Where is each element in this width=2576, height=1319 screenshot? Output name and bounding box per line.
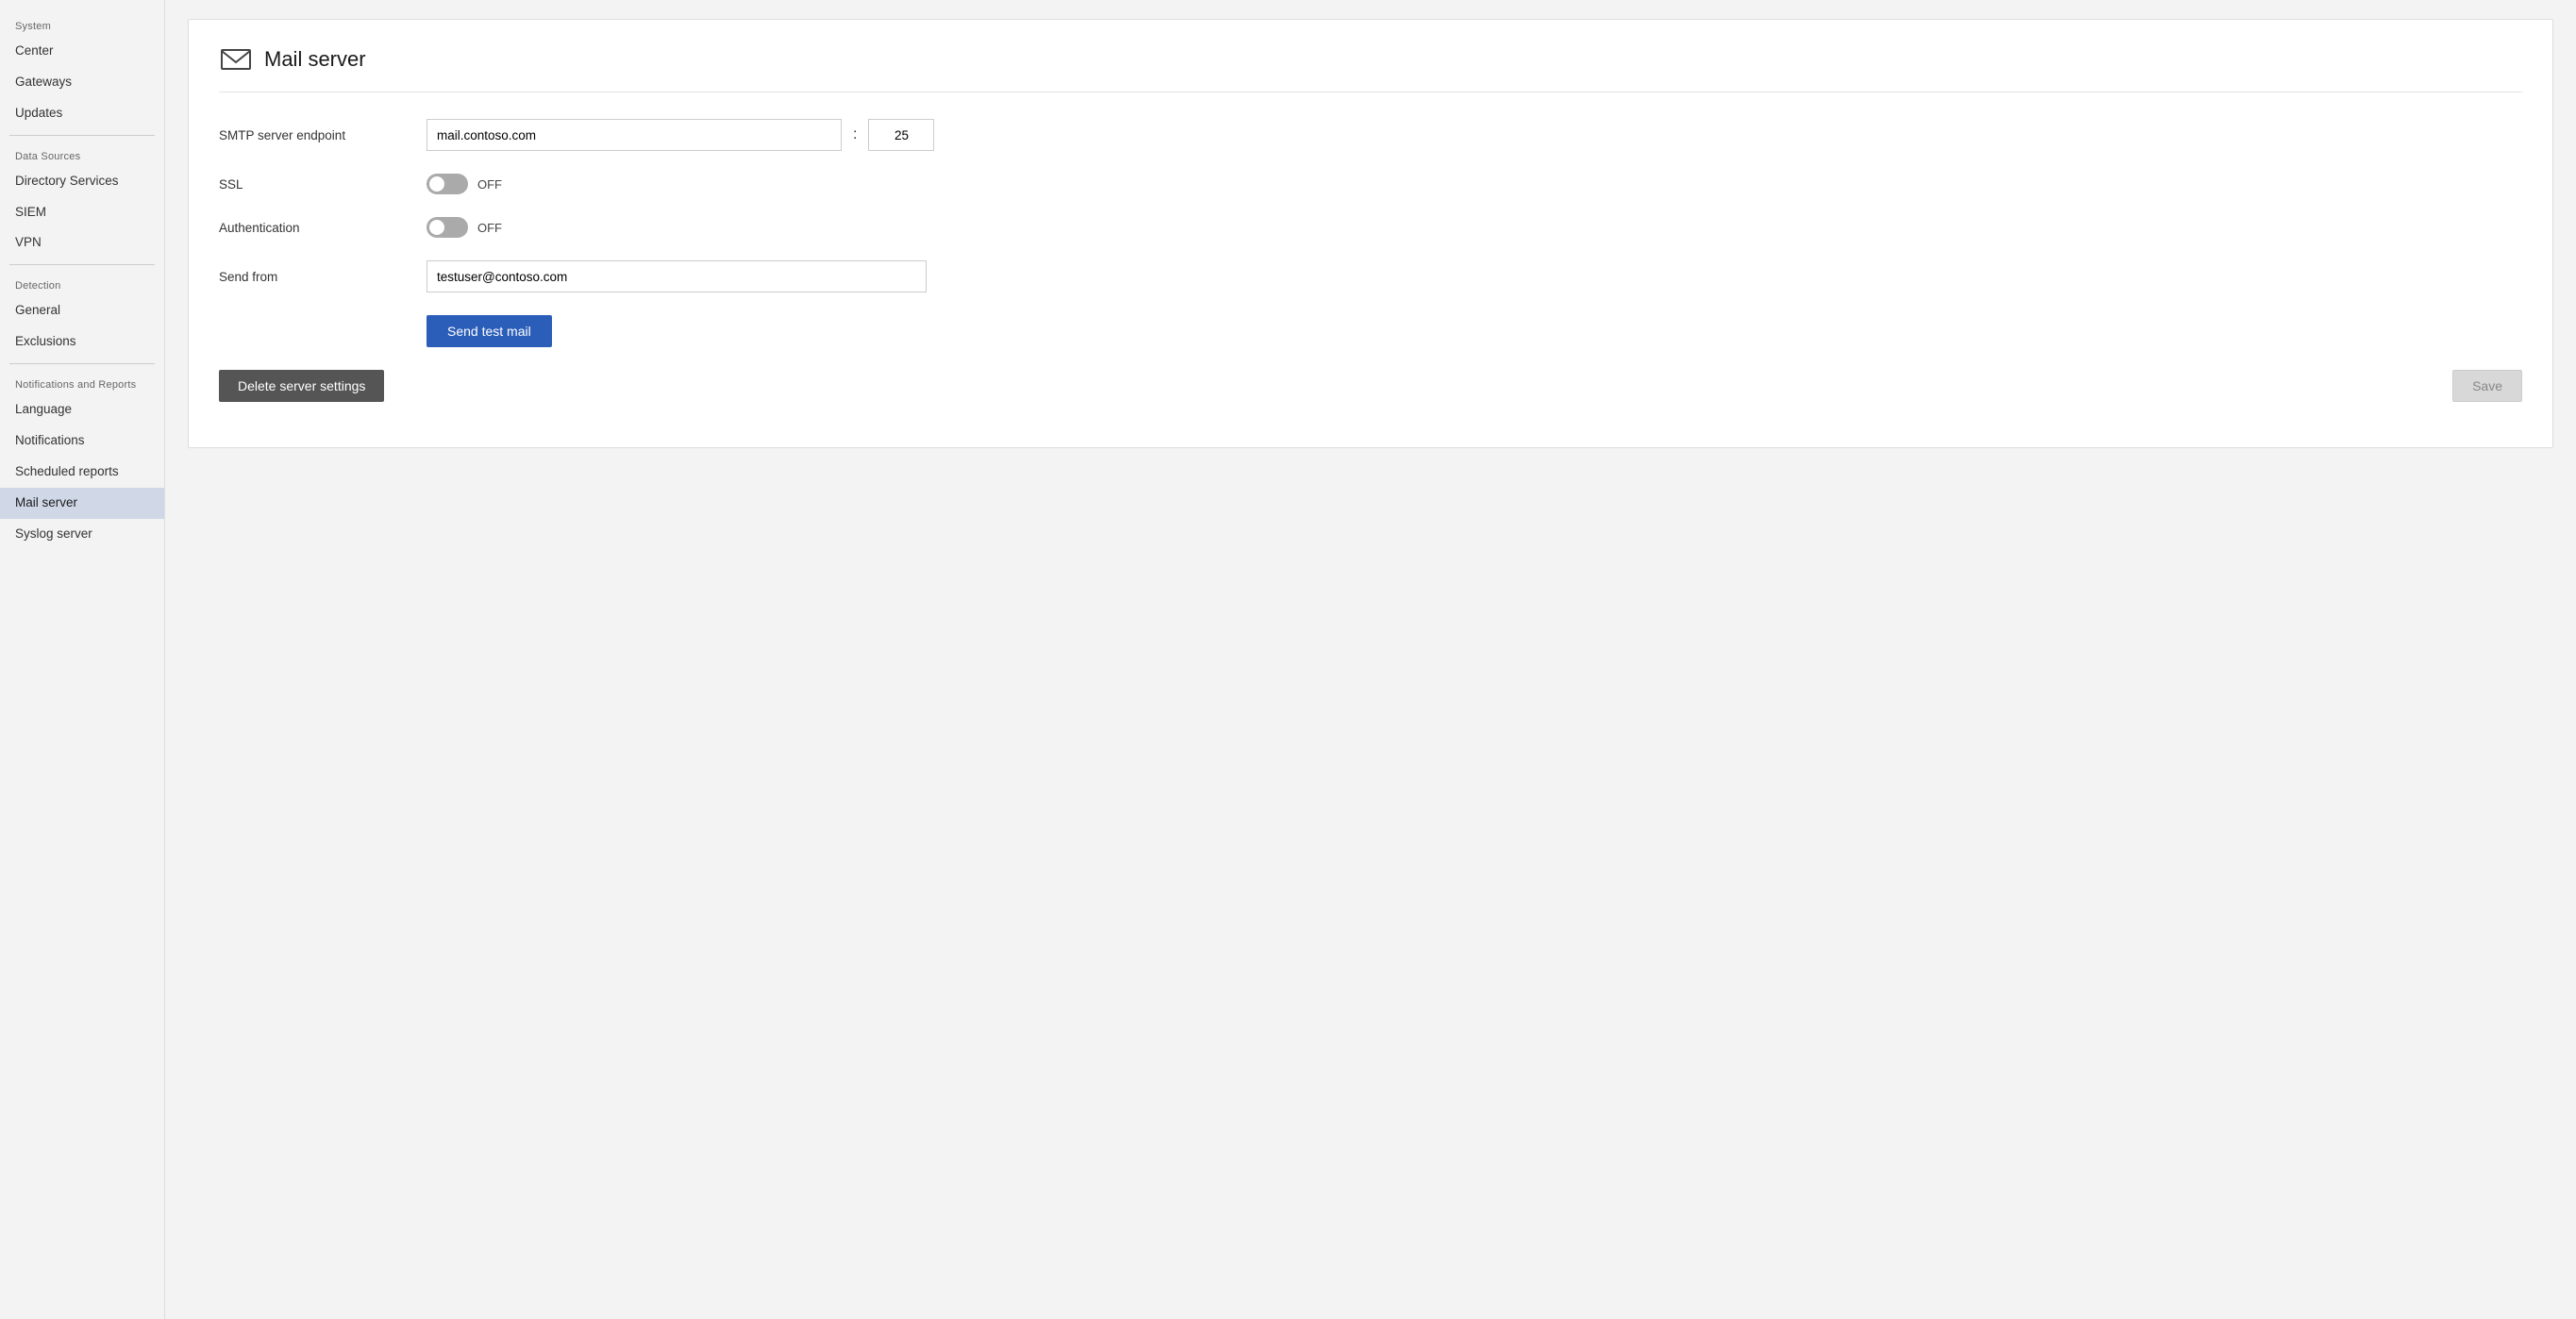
sidebar-item-mail-server[interactable]: Mail server [0, 488, 164, 519]
ssl-toggle[interactable] [427, 174, 468, 194]
page-title: Mail server [264, 47, 366, 72]
sidebar-item-notifications[interactable]: Notifications [0, 426, 164, 457]
auth-controls: OFF [427, 217, 2522, 238]
page-header: Mail server [219, 42, 2522, 92]
ssl-controls: OFF [427, 174, 2522, 194]
sidebar-divider-3 [9, 363, 155, 364]
auth-label: Authentication [219, 221, 427, 235]
send-from-controls [427, 260, 2522, 292]
sidebar-item-vpn[interactable]: VPN [0, 227, 164, 259]
sidebar-divider-2 [9, 264, 155, 265]
smtp-input[interactable] [427, 119, 842, 151]
auth-toggle-track [427, 217, 468, 238]
send-test-controls: Send test mail [427, 315, 2522, 347]
sidebar-item-gateways[interactable]: Gateways [0, 67, 164, 98]
ssl-label: SSL [219, 177, 427, 192]
delete-server-settings-button[interactable]: Delete server settings [219, 370, 384, 402]
ssl-toggle-container: OFF [427, 174, 502, 194]
sidebar-item-general[interactable]: General [0, 295, 164, 326]
ssl-toggle-label: OFF [477, 177, 502, 192]
sidebar-item-syslog-server[interactable]: Syslog server [0, 519, 164, 550]
sidebar: System Center Gateways Updates Data Sour… [0, 0, 165, 1319]
system-section-label: System [0, 11, 164, 36]
smtp-controls: : [427, 119, 2522, 151]
port-input[interactable] [868, 119, 934, 151]
sidebar-item-updates[interactable]: Updates [0, 98, 164, 129]
auth-toggle-thumb [429, 220, 444, 235]
auth-toggle-label: OFF [477, 221, 502, 235]
ssl-row: SSL OFF [219, 174, 2522, 194]
sidebar-item-scheduled-reports[interactable]: Scheduled reports [0, 457, 164, 488]
form-body: SMTP server endpoint : SSL [219, 111, 2522, 417]
send-test-row: Send test mail [219, 315, 2522, 347]
auth-row: Authentication OFF [219, 217, 2522, 238]
colon-separator: : [851, 126, 859, 143]
detection-section-label: Detection [0, 271, 164, 295]
send-test-button[interactable]: Send test mail [427, 315, 552, 347]
auth-toggle-container: OFF [427, 217, 502, 238]
save-button[interactable]: Save [2452, 370, 2522, 402]
sidebar-item-exclusions[interactable]: Exclusions [0, 326, 164, 358]
auth-toggle[interactable] [427, 217, 468, 238]
sidebar-divider-1 [9, 135, 155, 136]
notifications-reports-section-label: Notifications and Reports [0, 370, 164, 394]
send-from-row: Send from [219, 260, 2522, 292]
mail-server-card: Mail server SMTP server endpoint : SSL [188, 19, 2553, 448]
smtp-row: SMTP server endpoint : [219, 119, 2522, 151]
data-sources-section-label: Data Sources [0, 142, 164, 166]
sidebar-item-center[interactable]: Center [0, 36, 164, 67]
ssl-toggle-thumb [429, 176, 444, 192]
sidebar-item-directory-services[interactable]: Directory Services [0, 166, 164, 197]
mail-icon [219, 42, 253, 76]
send-from-label: Send from [219, 270, 427, 284]
main-content: Mail server SMTP server endpoint : SSL [165, 0, 2576, 1319]
sidebar-item-siem[interactable]: SIEM [0, 197, 164, 228]
form-actions: Delete server settings Save [219, 370, 2522, 402]
sidebar-item-language[interactable]: Language [0, 394, 164, 426]
send-from-input[interactable] [427, 260, 927, 292]
ssl-toggle-track [427, 174, 468, 194]
smtp-label: SMTP server endpoint [219, 128, 427, 142]
